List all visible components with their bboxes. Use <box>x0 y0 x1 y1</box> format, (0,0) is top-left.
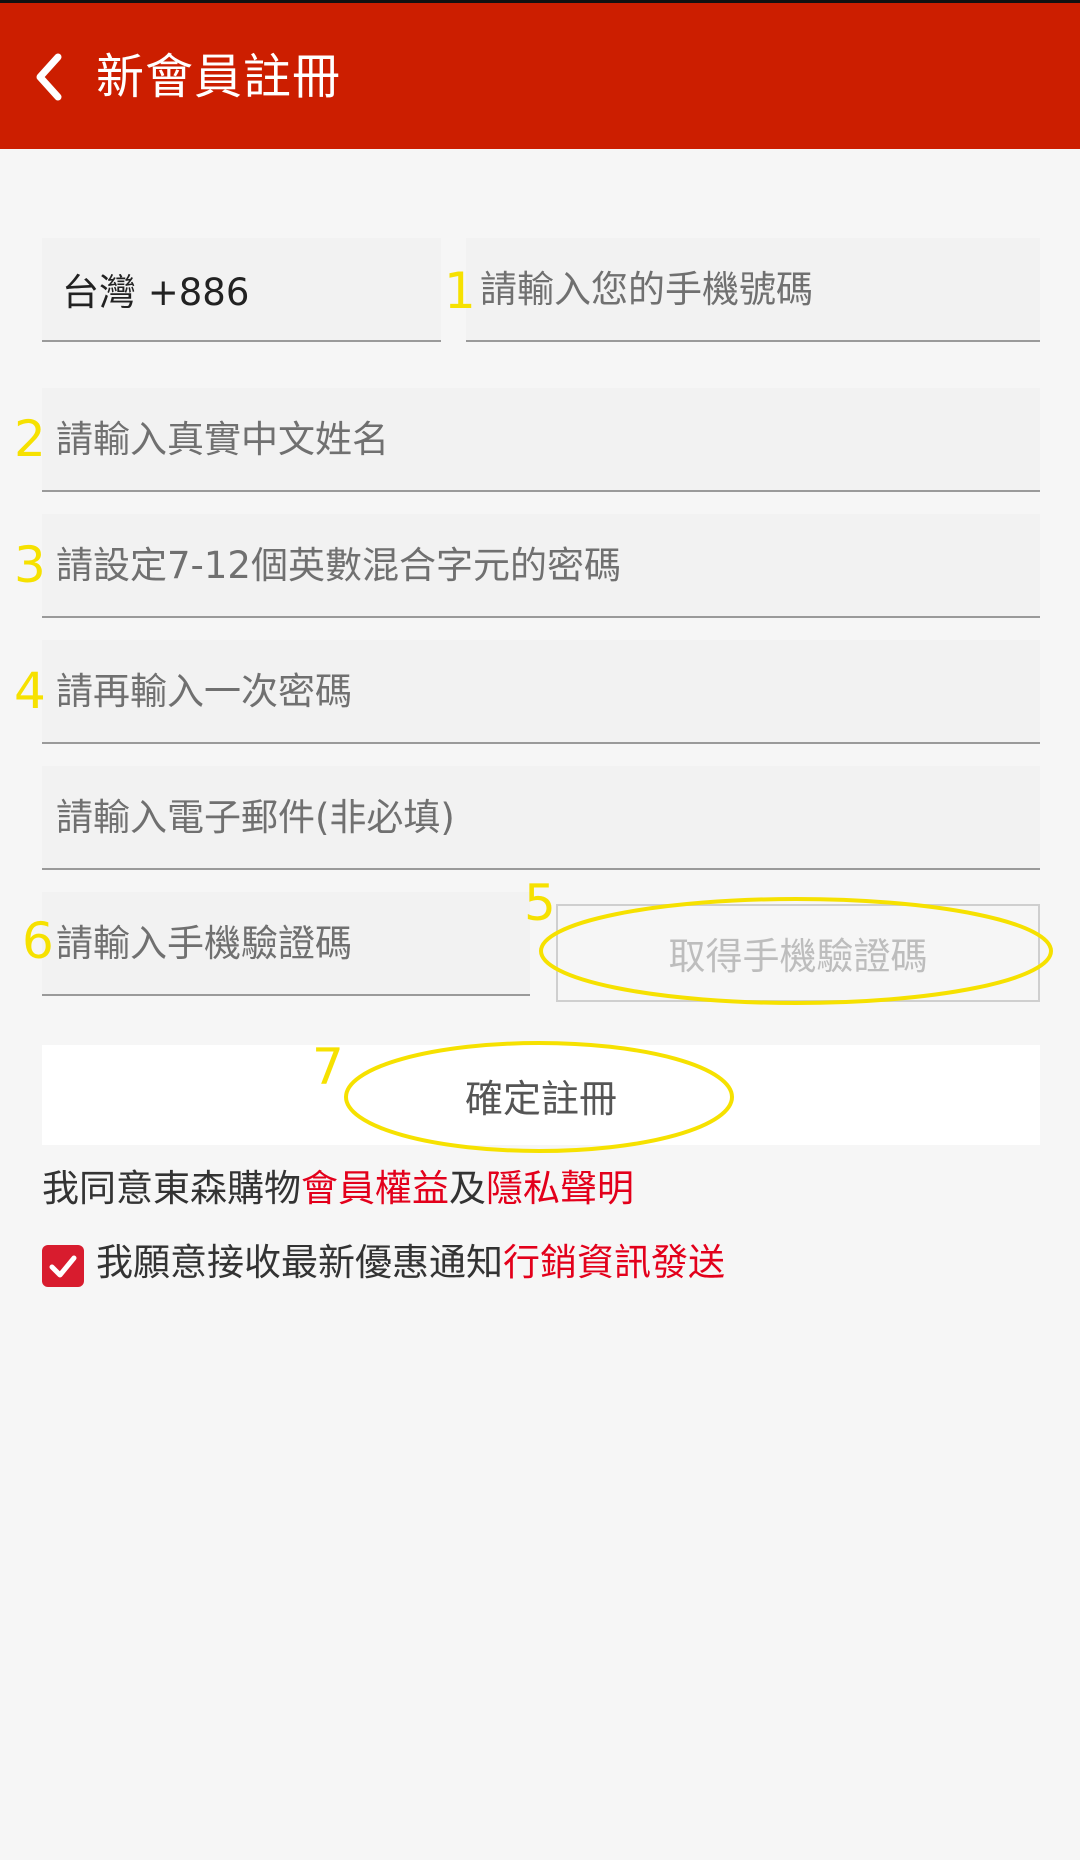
phone-field-container <box>466 238 1040 342</box>
otp-field-container <box>42 892 530 996</box>
member-rights-link[interactable]: 會員權益 <box>301 1167 449 1210</box>
annotation-number-6: 6 <box>22 912 54 970</box>
annotation-number-7: 7 <box>312 1038 344 1096</box>
app-bar: 新會員註冊 <box>0 3 1080 149</box>
name-input[interactable] <box>42 388 1040 490</box>
submit-registration-button[interactable]: 確定註冊 <box>42 1045 1040 1145</box>
confirm-password-field-container <box>42 640 1040 744</box>
country-code-value: 台灣 +886 <box>62 271 250 314</box>
checkmark-icon <box>49 1255 77 1278</box>
annotation-number-2: 2 <box>14 410 46 468</box>
marketing-consent-text: 我願意接收最新優惠通知 <box>96 1241 503 1284</box>
terms-prefix: 我同意東森購物 <box>42 1167 301 1210</box>
marketing-info-link[interactable]: 行銷資訊發送 <box>503 1241 725 1284</box>
confirm-password-input[interactable] <box>42 640 1040 742</box>
page-title: 新會員註冊 <box>96 49 342 105</box>
otp-input[interactable] <box>42 892 530 994</box>
marketing-consent-label: 我願意接收最新優惠通知行銷資訊發送 <box>96 1237 725 1289</box>
phone-input[interactable] <box>466 238 1040 340</box>
chevron-left-icon[interactable] <box>30 47 70 107</box>
terms-agreement: 我同意東森購物會員權益及隱私聲明 <box>42 1163 634 1215</box>
annotation-number-1: 1 <box>444 262 476 320</box>
marketing-consent-checkbox[interactable] <box>42 1245 84 1287</box>
country-code-selector[interactable]: 台灣 +886 <box>42 238 441 342</box>
password-field-container <box>42 514 1040 618</box>
email-input[interactable] <box>42 766 1040 868</box>
email-field-container <box>42 766 1040 870</box>
privacy-statement-link[interactable]: 隱私聲明 <box>486 1167 634 1210</box>
annotation-number-3: 3 <box>14 536 46 594</box>
name-field-container <box>42 388 1040 492</box>
annotation-number-4: 4 <box>14 662 46 720</box>
terms-joiner: 及 <box>449 1167 486 1210</box>
get-otp-button[interactable]: 取得手機驗證碼 <box>556 904 1040 1002</box>
password-input[interactable] <box>42 514 1040 616</box>
annotation-number-5: 5 <box>524 874 556 932</box>
